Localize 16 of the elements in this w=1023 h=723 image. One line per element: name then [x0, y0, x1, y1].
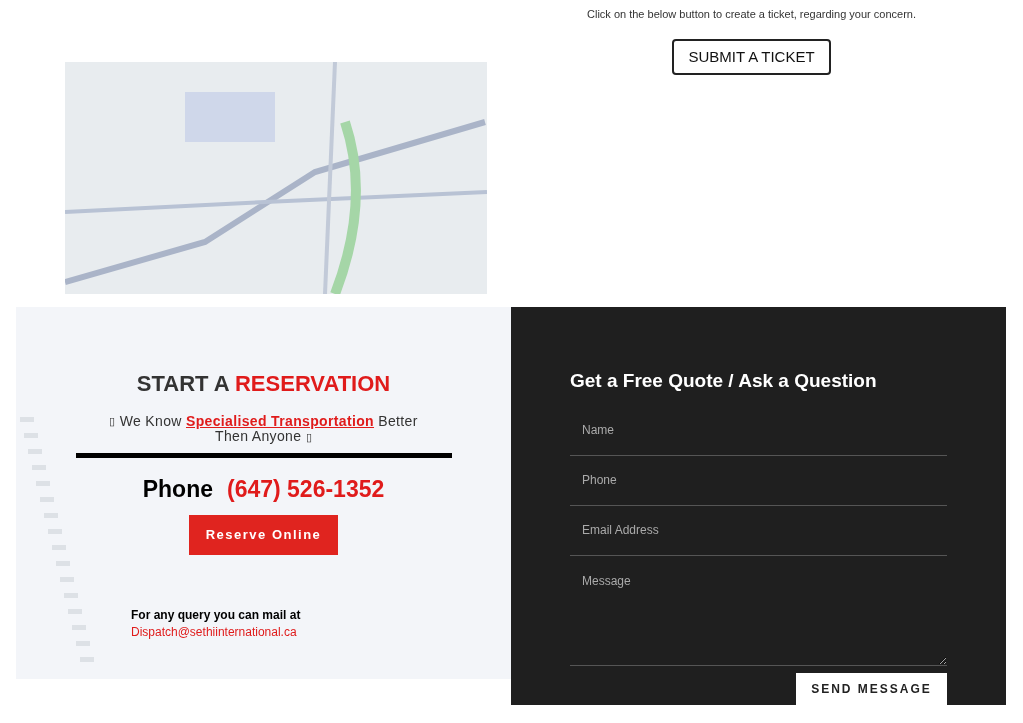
- submit-ticket-button[interactable]: SUBMIT A TICKET: [672, 39, 831, 75]
- mail-label: For any query you can mail at: [131, 606, 301, 624]
- text-field[interactable]: Name: [570, 405, 947, 456]
- mail-link[interactable]: Dispatch@sethiinternational.ca: [131, 624, 297, 639]
- reserve-online-button[interactable]: Reserve Online: [189, 514, 338, 555]
- text-field[interactable]: Email Address: [570, 505, 947, 556]
- transportation-link[interactable]: Specialised Transportation: [186, 413, 375, 429]
- send-message-button[interactable]: SEND MESSAGE: [796, 672, 947, 705]
- message-field[interactable]: Message: [570, 555, 947, 666]
- text-field[interactable]: Phone: [570, 455, 947, 506]
- phone-label: Phone: [142, 475, 213, 504]
- tagline: ▯ We Know Specialised Transportation Better Then Anyone ▯: [108, 414, 419, 445]
- quote-title: Get a Free Quote / Ask a Question: [570, 369, 878, 393]
- reservation-title: START A RESERVATION: [136, 370, 391, 398]
- ticket-instruction: Click on the below button to create a ticket, regarding your concern.: [587, 7, 916, 21]
- phone-number[interactable]: (647) 526-1352: [227, 472, 385, 507]
